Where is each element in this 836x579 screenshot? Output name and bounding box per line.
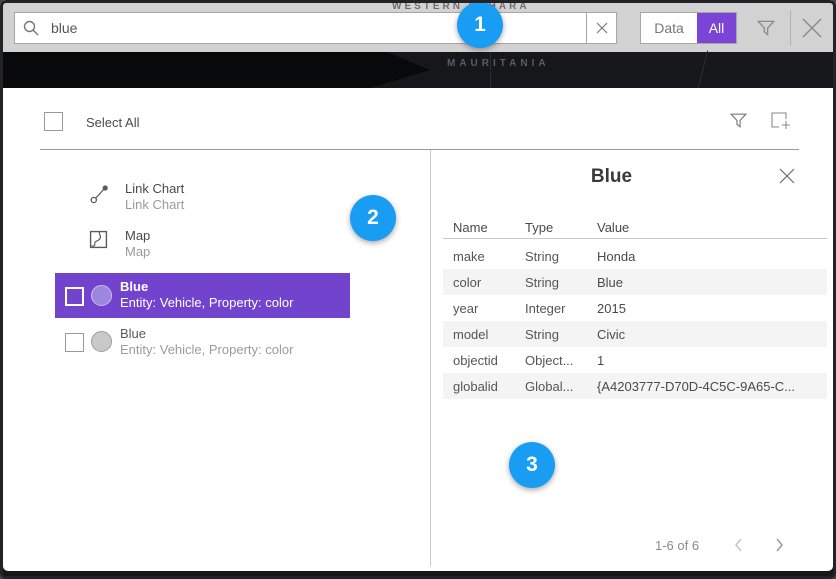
result-checkbox[interactable] [65,287,84,306]
table-row: color String Blue [443,269,827,295]
detail-pane: Blue Name Type Value make String Honda c… [430,149,833,571]
chevron-right-icon[interactable] [771,537,787,553]
cell-type: String [525,275,593,290]
table-row: make String Honda [443,243,827,269]
pagination-label: 1-6 of 6 [655,538,699,553]
toggle-option-data[interactable]: Data [641,13,697,43]
cell-value: Blue [597,275,823,290]
cell-value: {A4203777-D70D-4C5C-9A65-C... [597,379,823,394]
table-row: objectid Object... 1 [443,347,827,373]
annotation-badge-3: 3 [509,442,555,488]
clear-search-button[interactable] [586,12,617,44]
select-all-label: Select All [86,115,139,130]
column-header-value: Value [597,220,629,235]
entity-circle-icon [91,331,112,352]
cell-name: model [453,327,521,342]
result-title-blue: Blue [120,279,148,294]
results-filter-icon[interactable] [728,110,749,131]
result-subtitle-blue: Entity: Vehicle, Property: color [120,295,293,310]
map-icon [89,230,111,252]
result-row-blue-selected[interactable]: Blue Entity: Vehicle, Property: color [55,273,350,318]
toolbar-divider [790,10,791,46]
app-window: WESTERN SAHARA MAURITANIA Data All Selec… [0,0,836,579]
cell-value: 2015 [597,301,823,316]
result-row-blue[interactable]: Blue Entity: Vehicle, Property: color [55,325,350,370]
cell-type: Integer [525,301,593,316]
filter-icon[interactable] [755,17,777,39]
annotation-badge-2: 2 [350,195,396,241]
cell-name: objectid [453,353,521,368]
search-icon [22,19,40,37]
result-subtitle-link-chart: Link Chart [125,197,184,212]
cell-type: Global... [525,379,593,394]
cell-type: String [525,327,593,342]
cell-name: color [453,275,521,290]
result-title-link-chart[interactable]: Link Chart [125,181,184,196]
select-all-checkbox[interactable] [44,112,63,131]
link-chart-icon [89,183,111,205]
cell-name: globalid [453,379,521,394]
search-scope-toggle: Data All [640,12,737,44]
table-row: model String Civic [443,321,827,347]
search-results-panel: Select All Link Chart Link Chart Map Map… [3,88,833,571]
map-region-label-mauritania: MAURITANIA [447,58,550,69]
cell-name: make [453,249,521,264]
result-subtitle-blue-2: Entity: Vehicle, Property: color [120,342,293,357]
table-row: year Integer 2015 [443,295,827,321]
result-checkbox[interactable] [65,333,84,352]
map-country-shape [0,52,430,88]
entity-circle-icon [91,285,112,306]
table-header-divider [443,238,827,239]
detail-title: Blue [430,166,833,188]
result-subtitle-map: Map [125,244,150,259]
cell-value: Honda [597,249,823,264]
annotation-badge-1: 1 [457,2,503,48]
cell-name: year [453,301,521,316]
close-detail-icon[interactable] [778,167,796,185]
chevron-left-icon[interactable] [731,537,747,553]
result-title-map[interactable]: Map [125,228,150,243]
table-row: globalid Global... {A4203777-D70D-4C5C-9… [443,373,827,399]
cell-type: String [525,249,593,264]
close-search-icon[interactable] [799,15,825,41]
cell-value: Civic [597,327,823,342]
toggle-option-all[interactable]: All [697,13,736,43]
cell-value: 1 [597,353,823,368]
add-to-selection-icon[interactable] [769,110,793,131]
result-title-blue-2: Blue [120,326,146,341]
cell-type: Object... [525,353,593,368]
map-border-line [697,51,708,92]
column-header-name: Name [453,220,488,235]
column-header-type: Type [525,220,553,235]
